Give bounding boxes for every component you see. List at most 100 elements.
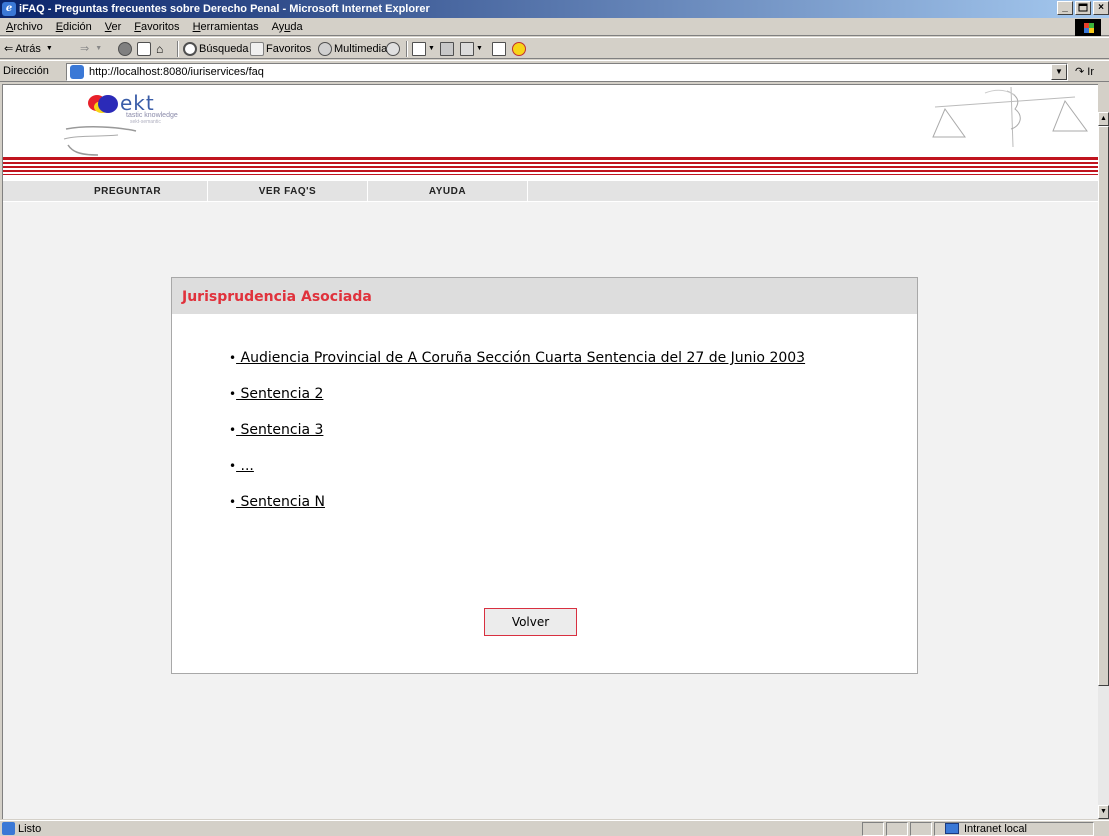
status-cell [910, 822, 932, 836]
address-bar: Dirección http://localhost:8080/iuriserv… [0, 60, 1109, 82]
media-icon [318, 42, 332, 56]
home-button[interactable]: ⌂ [156, 41, 163, 57]
window-title-bar[interactable]: e iFAQ - Preguntas frecuentes sobre Dere… [0, 0, 1109, 18]
toolbar-separator [406, 41, 408, 57]
mail-dropdown-icon[interactable]: ▼ [428, 41, 435, 57]
menu-favoritos-label: avoritos [141, 21, 180, 33]
sentencia-link[interactable]: Audiencia Provincial de A Coruña Sección… [236, 350, 806, 366]
scales-of-justice-icon [932, 87, 1088, 148]
back-button-label: Atrás [15, 43, 41, 55]
media-button-label: Multimedia [334, 43, 388, 55]
search-icon [183, 42, 197, 56]
stop-button[interactable] [118, 41, 134, 57]
media-button[interactable]: Multimedia [318, 41, 387, 57]
status-text: Listo [18, 823, 42, 835]
list-item: • Sentencia 3 [229, 422, 323, 438]
logo-blue-circle [98, 95, 118, 113]
print-icon [440, 42, 454, 56]
header-stripes [3, 157, 1098, 181]
history-icon [386, 42, 400, 56]
window-controls: _ × [1055, 1, 1109, 17]
list-item: • Audiencia Provincial de A Coruña Secci… [229, 350, 805, 366]
vertical-scrollbar[interactable]: ▲ ▼ [1098, 112, 1109, 819]
nav-ayuda[interactable]: AYUDA [368, 181, 528, 202]
forward-dropdown-icon[interactable]: ▼ [95, 41, 102, 57]
messenger-button[interactable] [512, 41, 528, 57]
address-url[interactable]: http://localhost:8080/iuriservices/faq [89, 66, 264, 78]
refresh-button[interactable] [137, 41, 153, 57]
search-button[interactable]: Búsqueda [183, 41, 249, 57]
menu-ver-accelerator: V [104, 21, 112, 33]
menu-ayuda-prefix: Ay [271, 21, 285, 33]
menu-bar: Archivo Edición Ver Favoritos Herramient… [0, 18, 1109, 36]
go-button[interactable]: ↷ Ir [1075, 65, 1094, 78]
panel-header: Jurisprudencia Asociada [172, 278, 917, 314]
menu-favoritos[interactable]: Favoritos [128, 20, 186, 34]
logo-tagline: tastic knowledge [126, 112, 178, 119]
nav-preguntar[interactable]: PREGUNTAR [48, 181, 208, 202]
page-icon [70, 65, 84, 79]
edit-dropdown-icon[interactable]: ▼ [476, 41, 483, 57]
sentencia-link[interactable]: ... [236, 458, 254, 474]
menu-herramientas-label: erramientas [200, 21, 259, 33]
nav-ver-faqs[interactable]: VER FAQ'S [208, 181, 368, 202]
site-header: ekt tastic knowledge sekt-semantic [3, 85, 1098, 181]
discuss-icon [492, 42, 506, 56]
close-button[interactable]: × [1093, 1, 1109, 15]
sentencia-link[interactable]: Sentencia N [236, 494, 325, 510]
messenger-icon [512, 42, 526, 56]
sekt-logo[interactable]: ekt tastic knowledge sekt-semantic [58, 89, 238, 159]
window-title: iFAQ - Preguntas frecuentes sobre Derech… [19, 3, 430, 15]
home-icon: ⌂ [156, 42, 164, 56]
site-nav: PREGUNTAR VER FAQ'S AYUDA [3, 181, 1098, 202]
print-button[interactable] [440, 41, 456, 57]
back-dropdown-icon[interactable]: ▼ [46, 41, 53, 57]
internet-explorer-icon[interactable]: e [2, 2, 16, 16]
sentencia-link[interactable]: Sentencia 2 [236, 386, 324, 402]
list-item: • ... [229, 458, 254, 474]
search-button-label: Búsqueda [199, 43, 249, 55]
favorites-star-icon [250, 42, 264, 56]
scroll-up-arrow-icon[interactable]: ▲ [1098, 112, 1109, 126]
windows-logo-icon [1075, 19, 1101, 36]
menu-herramientas[interactable]: Herramientas [187, 20, 266, 34]
menu-archivo[interactable]: Archivo [0, 20, 50, 34]
menu-ver[interactable]: Ver [99, 20, 129, 34]
stop-icon [118, 42, 132, 56]
favorites-button-label: Favoritos [266, 43, 312, 55]
status-bar: Listo Intranet local [0, 820, 1109, 836]
address-dropdown-button[interactable]: ▼ [1051, 64, 1067, 80]
menu-archivo-label: rchivo [13, 21, 43, 33]
status-cell [886, 822, 908, 836]
scroll-thumb[interactable] [1098, 126, 1109, 686]
address-label: Dirección [3, 65, 49, 77]
edit-button[interactable]: ▼ [460, 41, 483, 57]
mail-button[interactable]: ▼ [412, 41, 435, 57]
back-button[interactable]: ⇐ Atrás ▼ [4, 41, 53, 57]
history-button[interactable] [386, 41, 402, 57]
back-arrow-icon: ⇐ [4, 43, 14, 55]
menu-edicion[interactable]: Edición [50, 20, 99, 34]
panel-title: Jurisprudencia Asociada [182, 289, 372, 305]
address-field[interactable]: http://localhost:8080/iuriservices/faq ▼ [66, 63, 1068, 81]
status-cell [862, 822, 884, 836]
refresh-icon [137, 42, 151, 56]
sentencia-link[interactable]: Sentencia 3 [236, 422, 324, 438]
favorites-button[interactable]: Favoritos [250, 41, 311, 57]
list-item: • Sentencia N [229, 494, 325, 510]
jurisprudencia-panel: Jurisprudencia Asociada • Audiencia Prov… [171, 277, 918, 674]
go-arrow-icon: ↷ [1075, 66, 1085, 78]
page-status-icon [2, 822, 15, 835]
scroll-down-arrow-icon[interactable]: ▼ [1098, 805, 1109, 819]
menu-ver-label: er [111, 21, 122, 33]
volver-button[interactable]: Volver [484, 608, 577, 636]
minimize-button[interactable]: _ [1057, 1, 1073, 15]
security-zone-label: Intranet local [964, 823, 1027, 835]
toolbar-separator [177, 41, 179, 57]
mail-icon [412, 42, 426, 56]
menu-ayuda[interactable]: Ayuda [266, 20, 310, 34]
list-item: • Sentencia 2 [229, 386, 323, 402]
forward-button[interactable]: ⇒ ▼ [80, 41, 102, 57]
discuss-button[interactable] [492, 41, 508, 57]
maximize-button[interactable] [1075, 1, 1091, 15]
